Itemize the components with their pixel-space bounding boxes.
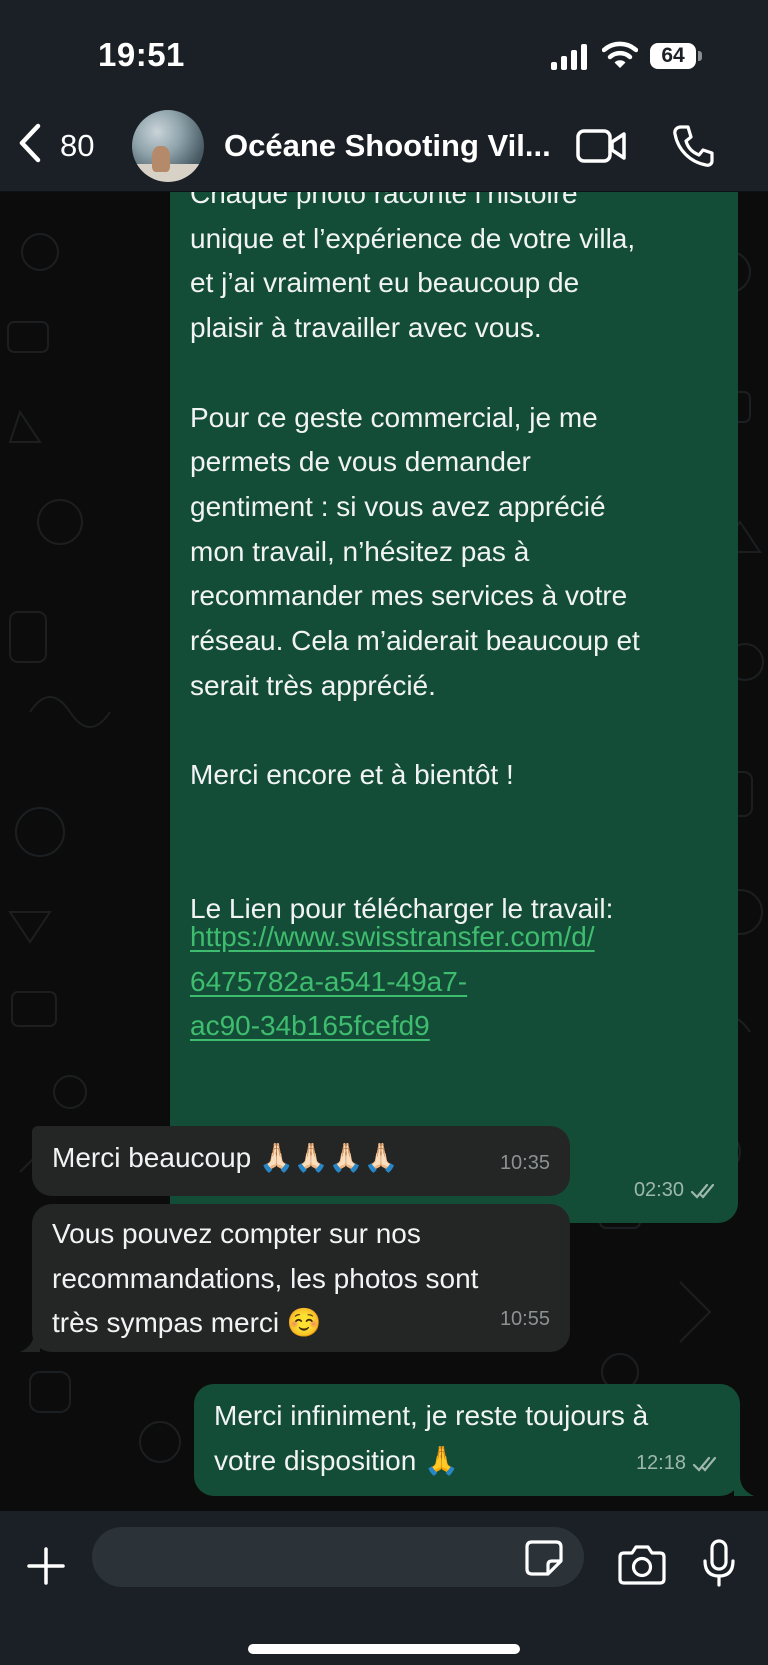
home-indicator[interactable] — [248, 1644, 520, 1654]
message-bubble-outgoing[interactable]: Merci infiniment, je reste toujours à vo… — [194, 1384, 740, 1496]
camera-icon[interactable] — [618, 1543, 666, 1585]
avatar[interactable] — [132, 110, 204, 182]
video-camera-icon[interactable] — [575, 126, 627, 166]
double-check-icon — [690, 1183, 715, 1199]
message-bubble-outgoing[interactable]: Chaque photo raconte l’histoire unique e… — [170, 192, 738, 1223]
chevron-left-icon[interactable] — [14, 122, 46, 164]
message-bubble-incoming[interactable]: Vous pouvez compter sur nos recommandati… — [32, 1204, 570, 1352]
avatar-figure — [152, 146, 170, 172]
battery-cap — [698, 51, 702, 61]
message-text: Chaque photo raconte l’histoire unique e… — [190, 192, 640, 925]
message-time: 12:18 — [635, 1452, 686, 1475]
wifi-icon — [602, 41, 638, 68]
composer-bar — [0, 1511, 768, 1665]
message-text: Vous pouvez compter sur nos recommandati… — [52, 1218, 479, 1339]
battery-percent: 64 — [661, 44, 685, 67]
phone-icon[interactable] — [672, 124, 714, 168]
chat-area[interactable]: Chaque photo raconte l’histoire unique e… — [0, 192, 768, 1511]
message-time: 02:30 — [633, 1179, 684, 1202]
message-link[interactable]: https://www.swisstransfer.com/d/ 6475782… — [190, 915, 730, 1049]
battery-indicator: 64 — [650, 43, 702, 69]
double-check-icon — [692, 1456, 717, 1472]
message-text: Merci infiniment, je reste toujours à vo… — [214, 1400, 649, 1476]
bubble-tail — [20, 1332, 40, 1352]
microphone-icon[interactable] — [702, 1539, 736, 1587]
message-meta: 02:30 — [634, 1168, 718, 1213]
back-unread-count[interactable]: 80 — [60, 128, 94, 164]
message-meta: 10:55 — [500, 1297, 550, 1342]
status-time: 19:51 — [98, 36, 185, 73]
plus-icon[interactable] — [26, 1546, 66, 1586]
sticker-icon[interactable] — [524, 1539, 564, 1577]
chat-header: 19:51 64 80 Océane Shooting Vil... — [0, 0, 768, 192]
message-time: 10:35 — [499, 1152, 550, 1175]
contact-name[interactable]: Océane Shooting Vil... — [224, 128, 554, 164]
message-input[interactable] — [116, 1527, 506, 1587]
cellular-signal-icon — [551, 44, 587, 70]
message-text: Merci beaucoup 🙏🏻🙏🏻🙏🏻🙏🏻 — [52, 1142, 399, 1173]
bubble-tail — [734, 1476, 754, 1496]
message-bubble-incoming[interactable]: Merci beaucoup 🙏🏻🙏🏻🙏🏻🙏🏻 10:35 — [32, 1126, 570, 1196]
message-input-container[interactable] — [92, 1527, 584, 1587]
message-meta: 10:35 — [500, 1141, 550, 1186]
message-meta: 12:18 — [636, 1441, 720, 1486]
message-time: 10:55 — [499, 1308, 550, 1331]
